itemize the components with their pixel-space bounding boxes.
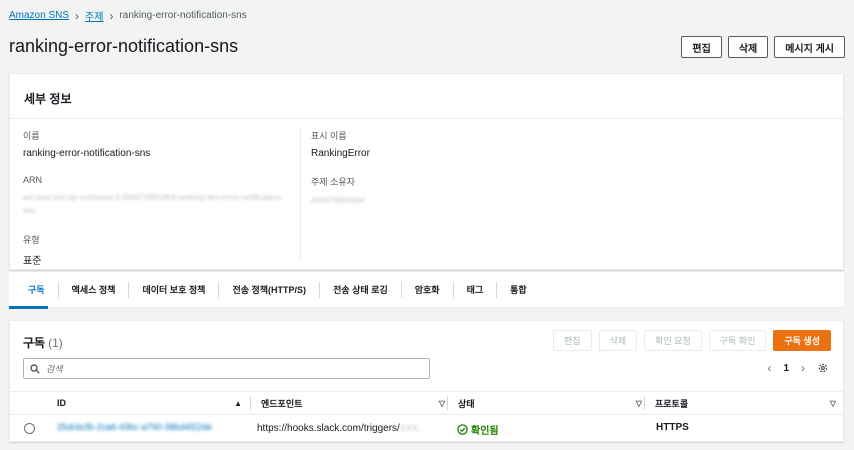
page-number[interactable]: 1 [783,363,789,374]
delete-button[interactable]: 삭제 [727,36,769,58]
chevron-right-icon[interactable]: › [801,361,805,375]
subscriptions-heading: 구독 (1) [23,334,63,351]
table-header: ID ▲ 엔드포인트 ▽ 상태 ▽ 프로토콜 ▽ [10,391,843,415]
check-circle-icon [457,424,468,435]
arn-value: arn:aws:sns:ap-northeast-2:404476855864:… [23,193,283,215]
tab-encryption[interactable]: 암호화 [402,281,454,298]
column-id-label: ID [57,398,66,408]
name-label: 이름 [23,131,40,141]
publish-message-button[interactable]: 메시지 게시 [774,36,845,58]
tab-delivery-status-logging[interactable]: 전송 상태 로깅 [320,281,402,298]
name-value: ranking-error-notification-sns [23,148,151,159]
display-name-value: RankingError [311,148,370,159]
confirm-subscription-button[interactable]: 구독 확인 [708,330,767,351]
breadcrumb-topics-link[interactable]: 주제 [85,8,103,23]
tab-integrations[interactable]: 통합 [497,282,540,298]
column-header-protocol[interactable]: 프로토콜 ▽ [644,396,836,410]
tab-tags[interactable]: 태그 [454,281,498,298]
column-header-status[interactable]: 상태 ▽ [447,396,642,410]
topic-owner-value: 404476855864 [311,196,365,205]
details-heading: 세부 정보 [10,74,843,119]
subscription-id-link[interactable]: 25dcbcfb-2ca6-436c-a790-38bd4f22de [57,422,212,432]
status-text: 확인됨 [471,426,499,437]
details-left-column: 이름 ranking-error-notification-sns ARN ar… [23,129,293,283]
search-icon [30,363,40,374]
tab-bar: 구독 액세스 정책 데이터 보호 정책 전송 정책(HTTP/S) 전송 상태 … [9,272,844,308]
search-box [23,358,430,379]
column-header-endpoint[interactable]: 엔드포인트 ▽ [250,396,445,410]
details-panel: 세부 정보 이름 ranking-error-notification-sns … [9,73,844,270]
edit-button[interactable]: 편집 [681,36,722,58]
tab-subscriptions[interactable]: 구독 [15,281,59,298]
tab-data-protection-policy[interactable]: 데이터 보호 정책 [129,281,220,298]
column-header-id[interactable]: ID ▲ [57,396,242,410]
subscriptions-count: (1) [48,336,63,350]
table-row[interactable]: 25dcbcfb-2ca6-436c-a790-38bd4f22de https… [10,417,843,441]
chevron-left-icon[interactable]: ‹ [767,361,771,375]
arn-label: ARN [23,175,43,185]
status-badge: 확인됨 [457,422,499,437]
sort-icon: ▽ [829,398,836,408]
endpoint-redacted: XXX... [399,423,426,433]
subscriptions-actions: 편집 삭제 확인 요청 구독 확인 구독 생성 [553,330,831,351]
subscriptions-panel: 구독(1) 편집 삭제 확인 요청 구독 확인 구독 생성 ‹ 1 › ID ▲… [9,320,844,442]
endpoint-value: https://hooks.slack.com/triggers/XXX... [257,422,425,435]
header-actions: 편집 삭제 메시지 게시 [681,36,845,58]
column-endpoint-label: 엔드포인트 [261,398,303,409]
chevron-right-icon: › [75,8,80,23]
details-right-column: 표시 이름 RankingError 주제 소유자 404476855864 [300,129,570,261]
column-protocol-label: 프로토콜 [655,398,689,409]
protocol-value: HTTPS [656,422,689,433]
topic-owner-label: 주제 소유자 [311,177,355,187]
type-value: 표준 [23,256,42,267]
subscriptions-title: 구독 [23,336,46,350]
delete-subscription-button[interactable]: 삭제 [598,330,638,351]
tab-access-policy[interactable]: 액세스 정책 [59,281,130,298]
breadcrumb-sns-link[interactable]: Amazon SNS [9,10,69,21]
chevron-right-icon: › [109,8,114,23]
create-subscription-button[interactable]: 구독 생성 [773,330,831,351]
pagination: ‹ 1 › [767,361,829,375]
search-input[interactable] [46,363,406,374]
breadcrumb: Amazon SNS › 주제 › ranking-error-notifica… [9,8,247,24]
display-name-label: 표시 이름 [311,131,347,141]
type-label: 유형 [23,235,40,245]
sort-icon: ▽ [635,398,642,408]
sort-icon: ▽ [438,398,445,408]
page-title: ranking-error-notification-sns [9,36,239,56]
tab-delivery-policy[interactable]: 전송 정책(HTTP/S) [219,281,321,298]
column-status-label: 상태 [458,398,475,409]
request-confirmation-button[interactable]: 확인 요청 [644,330,702,351]
endpoint-text: https://hooks.slack.com/triggers/ [257,423,400,434]
row-select-radio[interactable] [24,423,35,434]
edit-subscription-button[interactable]: 편집 [553,330,592,351]
gear-icon[interactable] [817,362,829,374]
breadcrumb-current: ranking-error-notification-sns [119,10,247,21]
active-tab-indicator [9,306,48,309]
sort-asc-icon: ▲ [234,398,242,408]
